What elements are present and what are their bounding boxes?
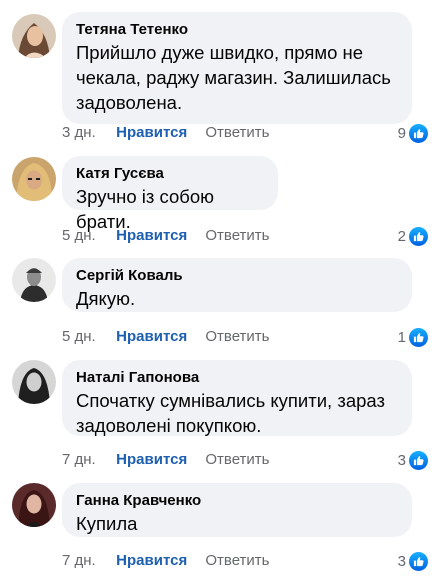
reaction-count: 9	[397, 124, 406, 142]
comment-bubble: Тетяна Тетенко Прийшло дуже швидко, прям…	[62, 12, 412, 124]
like-icon	[409, 123, 428, 143]
like-icon	[409, 327, 428, 347]
reaction-summary[interactable]: 9	[398, 123, 428, 143]
comment-bubble: Сергій Коваль Дякую.	[62, 258, 412, 312]
reaction-count: 2	[397, 227, 406, 245]
comment-time[interactable]: 7 дн.	[62, 552, 112, 570]
reaction-summary[interactable]: 1	[398, 327, 428, 347]
comment-author[interactable]: Сергій Коваль	[76, 266, 398, 285]
reply-button[interactable]: Ответить	[205, 552, 269, 570]
comment-bubble: Катя Гусєва Зручно із собою брати.	[62, 156, 278, 232]
comment-author[interactable]: Наталі Гапонова	[76, 368, 398, 387]
comment-author[interactable]: Катя Гусєва	[76, 164, 264, 183]
like-button[interactable]: Нравится	[116, 552, 187, 570]
avatar[interactable]	[12, 157, 56, 201]
avatar[interactable]	[12, 483, 56, 527]
reaction-count: 3	[397, 451, 406, 469]
reply-button[interactable]: Ответить	[205, 328, 269, 346]
reaction-count: 3	[397, 552, 406, 570]
comment-meta: 7 дн. Нравится Ответить	[62, 451, 270, 469]
comment-meta: 7 дн. Нравится Ответить	[62, 552, 270, 570]
comment-bubble: Ганна Кравченко Купила	[62, 483, 412, 537]
comment-text: Купила	[76, 513, 138, 534]
like-button[interactable]: Нравится	[116, 328, 187, 346]
reaction-count: 1	[397, 328, 406, 346]
like-icon	[409, 226, 428, 246]
comment-author[interactable]: Тетяна Тетенко	[76, 20, 398, 39]
like-icon	[409, 450, 428, 470]
comment-time[interactable]: 3 дн.	[62, 124, 112, 142]
reply-button[interactable]: Ответить	[205, 227, 269, 245]
like-button[interactable]: Нравится	[116, 124, 187, 142]
avatar[interactable]	[12, 360, 56, 404]
comment-text: Дякую.	[76, 288, 136, 309]
comment-time[interactable]: 5 дн.	[62, 227, 112, 245]
reaction-summary[interactable]: 3	[398, 551, 428, 571]
comment-author[interactable]: Ганна Кравченко	[76, 491, 398, 510]
comment-text: Прийшло дуже швидко, прямо не чекала, ра…	[76, 42, 391, 113]
comment-meta: 5 дн. Нравится Ответить	[62, 227, 270, 245]
avatar[interactable]	[12, 258, 56, 302]
reply-button[interactable]: Ответить	[205, 451, 269, 469]
like-button[interactable]: Нравится	[116, 227, 187, 245]
avatar[interactable]	[12, 14, 56, 58]
comment-time[interactable]: 5 дн.	[62, 328, 112, 346]
comment-text: Спочатку сумнівались купити, зараз задов…	[76, 390, 385, 436]
comment-time[interactable]: 7 дн.	[62, 451, 112, 469]
reaction-summary[interactable]: 2	[398, 226, 428, 246]
like-icon	[409, 551, 428, 571]
reply-button[interactable]: Ответить	[205, 124, 269, 142]
reaction-summary[interactable]: 3	[398, 450, 428, 470]
comment-meta: 5 дн. Нравится Ответить	[62, 328, 270, 346]
comment-meta: 3 дн. Нравится Ответить	[62, 124, 270, 142]
comment-bubble: Наталі Гапонова Спочатку сумнівались куп…	[62, 360, 412, 436]
like-button[interactable]: Нравится	[116, 451, 187, 469]
